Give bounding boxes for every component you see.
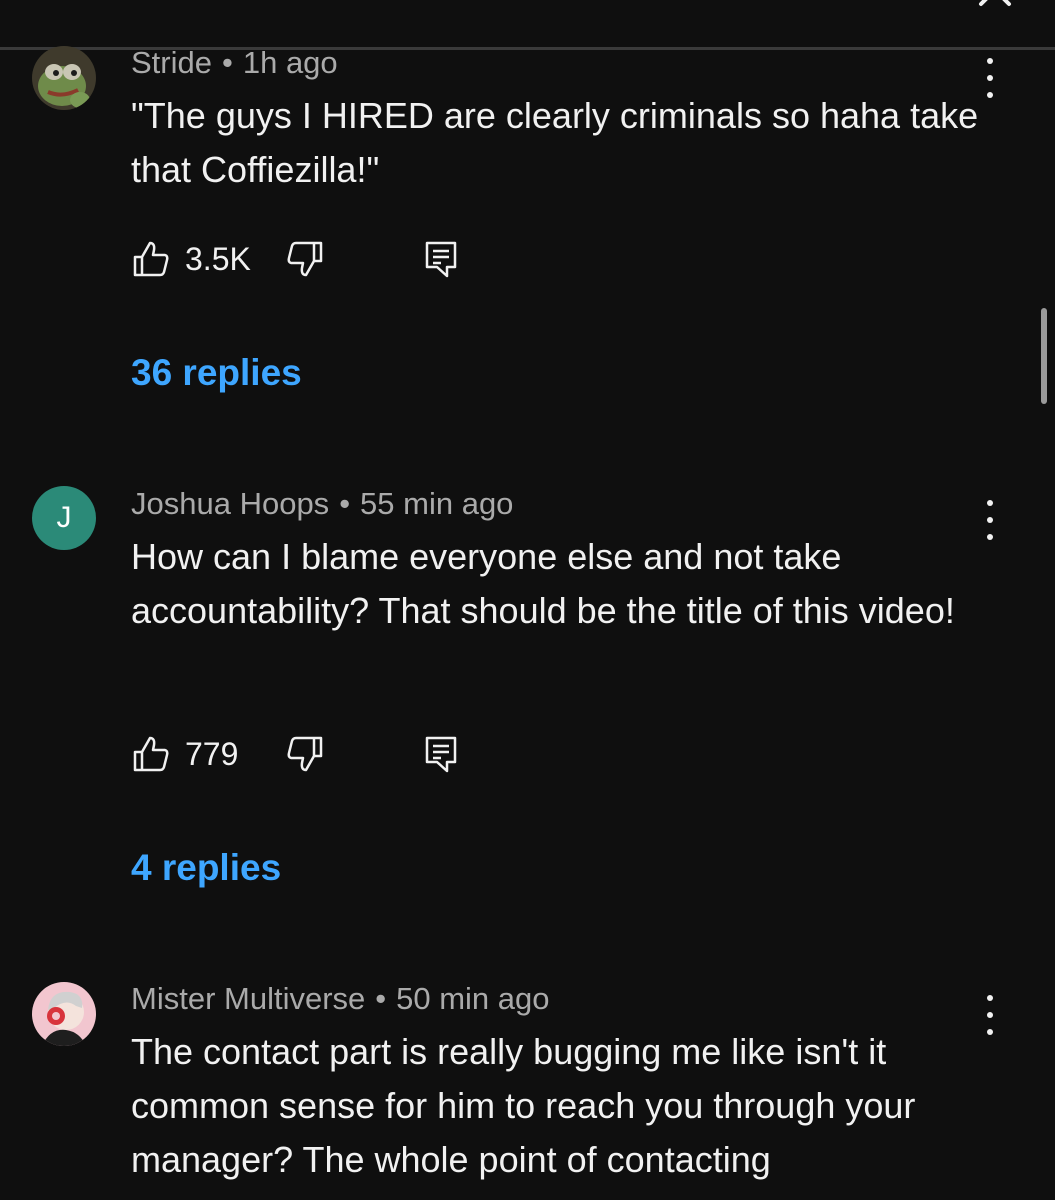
comment-meta: Joshua Hoops • 55 min ago (131, 486, 513, 522)
comment-time: 55 min ago (360, 486, 514, 521)
author-name[interactable]: Mister Multiverse (131, 981, 365, 1016)
meta-separator: • (339, 486, 351, 521)
frog-avatar-icon (32, 46, 96, 110)
comment-actions: 3.5K (131, 239, 531, 279)
avatar[interactable] (32, 982, 96, 1046)
thumbs-down-icon[interactable] (285, 239, 325, 279)
view-replies-link[interactable]: 4 replies (131, 847, 281, 889)
like-count: 3.5K (185, 241, 251, 277)
cartoon-person-avatar-icon (32, 982, 96, 1046)
comment-meta: Stride • 1h ago (131, 45, 338, 81)
comment-actions: 779 (131, 734, 531, 774)
comment-text: How can I blame everyone else and not ta… (131, 536, 955, 631)
panel-header: Comments (0, 0, 1055, 50)
thumbs-up-icon[interactable] (131, 734, 171, 774)
thumbs-down-icon[interactable] (285, 734, 325, 774)
comment-time: 1h ago (242, 45, 338, 80)
comment-text: The contact part is really bugging me li… (131, 1031, 916, 1180)
meta-separator: • (221, 45, 233, 80)
thumbs-up-icon[interactable] (131, 239, 171, 279)
view-replies-link[interactable]: 36 replies (131, 352, 302, 394)
meta-separator: • (375, 981, 387, 1016)
author-name[interactable]: Stride (131, 45, 212, 80)
comment-time: 50 min ago (396, 981, 550, 1016)
avatar[interactable] (32, 46, 96, 110)
reply-icon[interactable] (421, 239, 461, 279)
comment-meta: Mister Multiverse • 50 min ago (131, 981, 550, 1017)
like-count: 779 (185, 736, 239, 772)
scrollbar[interactable] (1041, 308, 1047, 404)
close-icon[interactable] (975, 0, 1015, 10)
reply-icon[interactable] (421, 734, 461, 774)
avatar-letter: J (56, 501, 72, 534)
comment-text: "The guys I HIRED are clearly criminals … (131, 95, 979, 190)
panel-title-clipped: Comments (40, 0, 255, 9)
avatar[interactable]: J (32, 486, 96, 550)
author-name[interactable]: Joshua Hoops (131, 486, 329, 521)
